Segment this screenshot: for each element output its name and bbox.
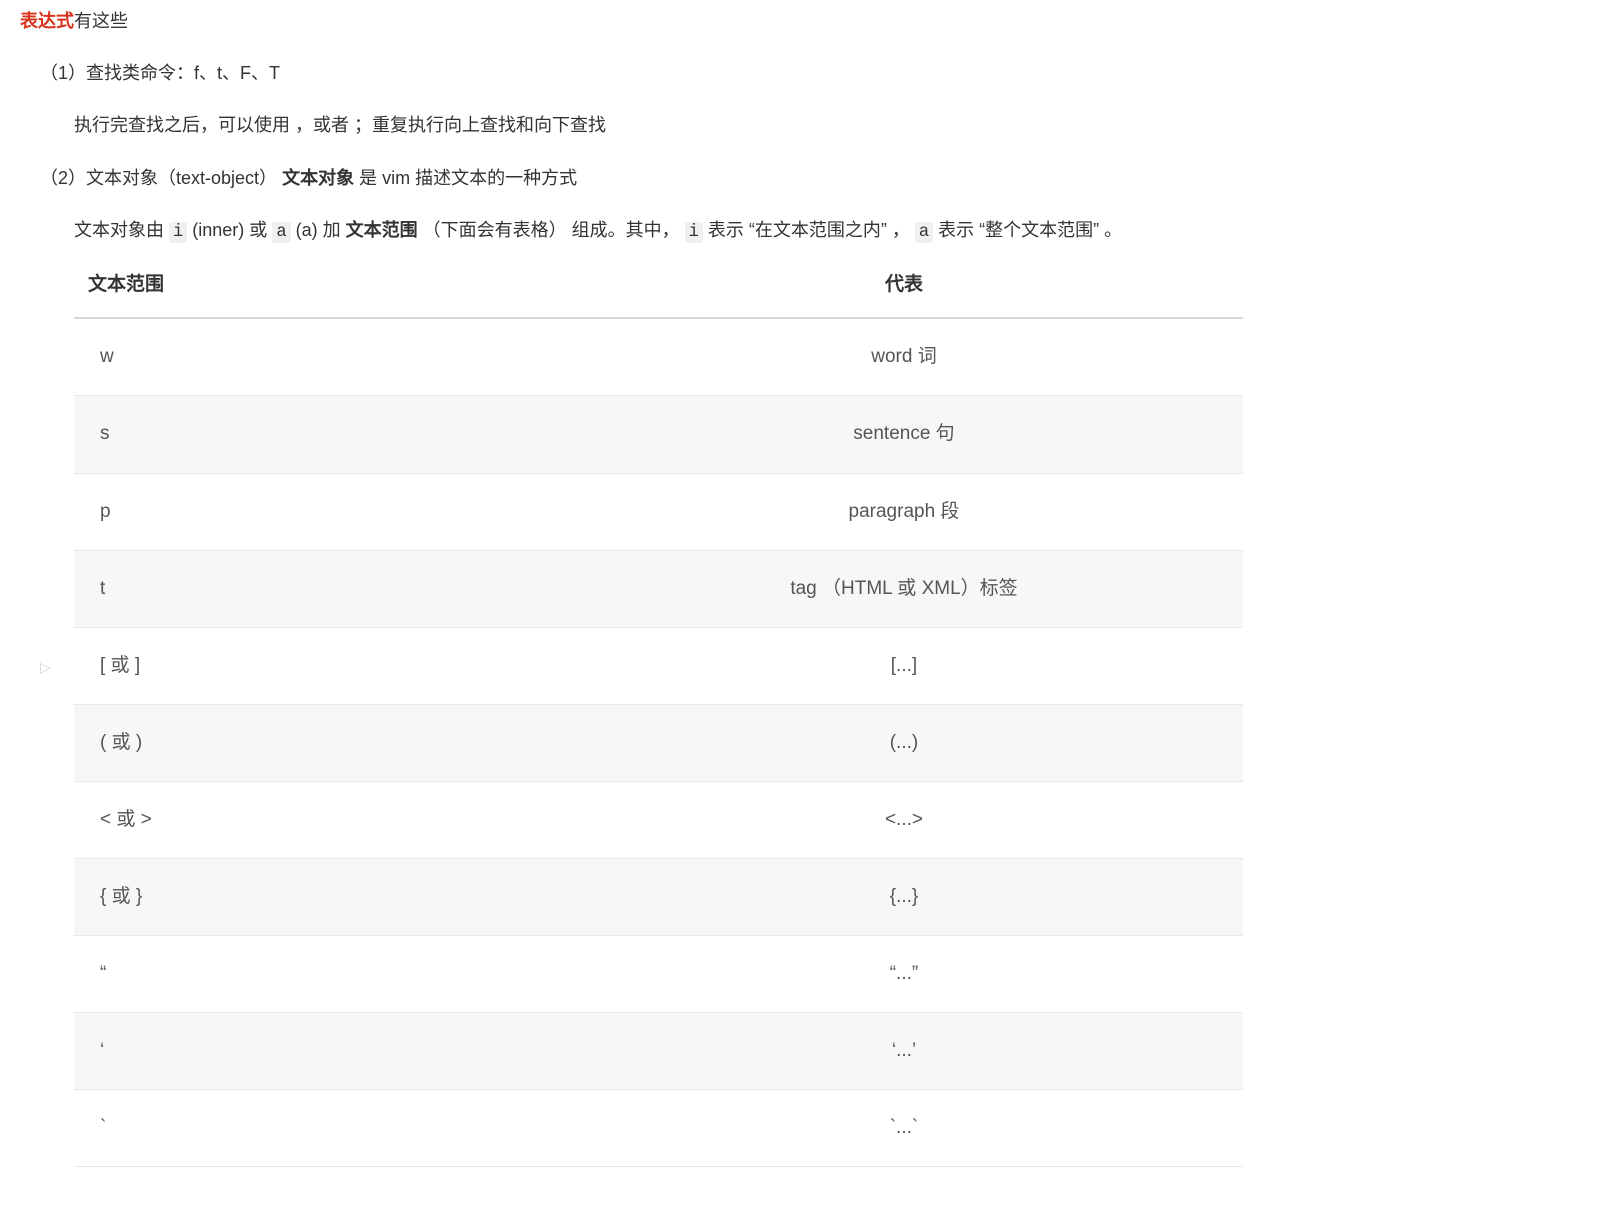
desc-bold: 文本范围: [346, 220, 418, 240]
heading-line: 表达式有这些: [20, 4, 1583, 38]
list-item-2-bold: 文本对象: [282, 168, 354, 188]
list-item-1-label: （1）查找类命令：f、t、F、T: [40, 63, 280, 83]
desc-inner: (inner) 或: [187, 220, 272, 240]
document-page: 表达式有这些 （1）查找类命令：f、t、F、T 执行完查找之后，可以使用 ，或者…: [0, 0, 1603, 1187]
table-cell-range: p: [74, 473, 565, 550]
code-i: i: [169, 222, 187, 243]
list-item-2: （2）文本对象（text-object） 文本对象 是 vim 描述文本的一种方…: [20, 161, 1583, 195]
table-cell-meaning: “...”: [565, 936, 1243, 1013]
desc-paren: （下面会有表格） 组成。其中，: [418, 220, 685, 240]
table-row: ``...`: [74, 1090, 1243, 1167]
desc-a2: 表示 “整个文本范围” 。: [933, 220, 1122, 240]
table-cell-range: ( 或 ): [74, 704, 565, 781]
table-body: wword 词ssentence 句pparagraph 段ttag （HTML…: [74, 318, 1243, 1167]
desc-i2: 表示 “在文本范围之内” ，: [703, 220, 915, 240]
heading-red: 表达式: [20, 11, 74, 31]
list-item-1: （1）查找类命令：f、t、F、T: [20, 56, 1583, 90]
table-cell-meaning: {...}: [565, 858, 1243, 935]
table-cell-range: t: [74, 550, 565, 627]
list-item-2-post: 是 vim 描述文本的一种方式: [359, 168, 577, 188]
table-row: ““...”: [74, 936, 1243, 1013]
table-row: wword 词: [74, 318, 1243, 396]
text-range-table-wrap: 文本范围 代表 wword 词ssentence 句pparagraph 段tt…: [74, 257, 1243, 1167]
table-cell-meaning: `...`: [565, 1090, 1243, 1167]
table-cell-meaning: paragraph 段: [565, 473, 1243, 550]
code-i2: i: [685, 222, 703, 243]
table-cell-meaning: sentence 句: [565, 396, 1243, 473]
table-row: ssentence 句: [74, 396, 1243, 473]
table-cell-range: { 或 }: [74, 858, 565, 935]
table-cell-range: < 或 >: [74, 781, 565, 858]
table-row: [ 或 ]▷[...]: [74, 627, 1243, 704]
table-cell-range: w: [74, 318, 565, 396]
table-cell-range: `: [74, 1090, 565, 1167]
table-header-col1: 文本范围: [74, 257, 565, 318]
list-item-2-desc: 文本对象由 i (inner) 或 a (a) 加 文本范围 （下面会有表格） …: [20, 213, 1583, 249]
code-a2: a: [915, 222, 933, 243]
table-cell-meaning: tag （HTML 或 XML）标签: [565, 550, 1243, 627]
table-cell-range: ‘: [74, 1013, 565, 1090]
table-cell-range: s: [74, 396, 565, 473]
list-item-2-pre: （2）文本对象（text-object）: [40, 168, 277, 188]
list-item-1-note: 执行完查找之后，可以使用 ，或者 ；重复执行向上查找和向下查找: [20, 108, 1583, 142]
table-row: ttag （HTML 或 XML）标签: [74, 550, 1243, 627]
table-header-col2: 代表: [565, 257, 1243, 318]
table-header-row: 文本范围 代表: [74, 257, 1243, 318]
table-row: ‘‘...’: [74, 1013, 1243, 1090]
table-row: pparagraph 段: [74, 473, 1243, 550]
text-range-table: 文本范围 代表 wword 词ssentence 句pparagraph 段tt…: [74, 257, 1243, 1167]
table-row: ( 或 )(...): [74, 704, 1243, 781]
code-a: a: [272, 222, 290, 243]
table-cell-range: “: [74, 936, 565, 1013]
table-row: < 或 ><...>: [74, 781, 1243, 858]
desc-pre: 文本对象由: [74, 220, 169, 240]
table-cell-meaning: [...]: [565, 627, 1243, 704]
table-row: { 或 }{...}: [74, 858, 1243, 935]
desc-a-paren: (a) 加: [291, 220, 346, 240]
table-cell-meaning: <...>: [565, 781, 1243, 858]
table-cell-meaning: (...): [565, 704, 1243, 781]
table-cell-meaning: ‘...’: [565, 1013, 1243, 1090]
table-cell-range: [ 或 ]▷: [74, 627, 565, 704]
paragraph-marker-icon: ▷: [40, 654, 51, 681]
heading-rest: 有这些: [74, 11, 128, 31]
table-cell-meaning: word 词: [565, 318, 1243, 396]
